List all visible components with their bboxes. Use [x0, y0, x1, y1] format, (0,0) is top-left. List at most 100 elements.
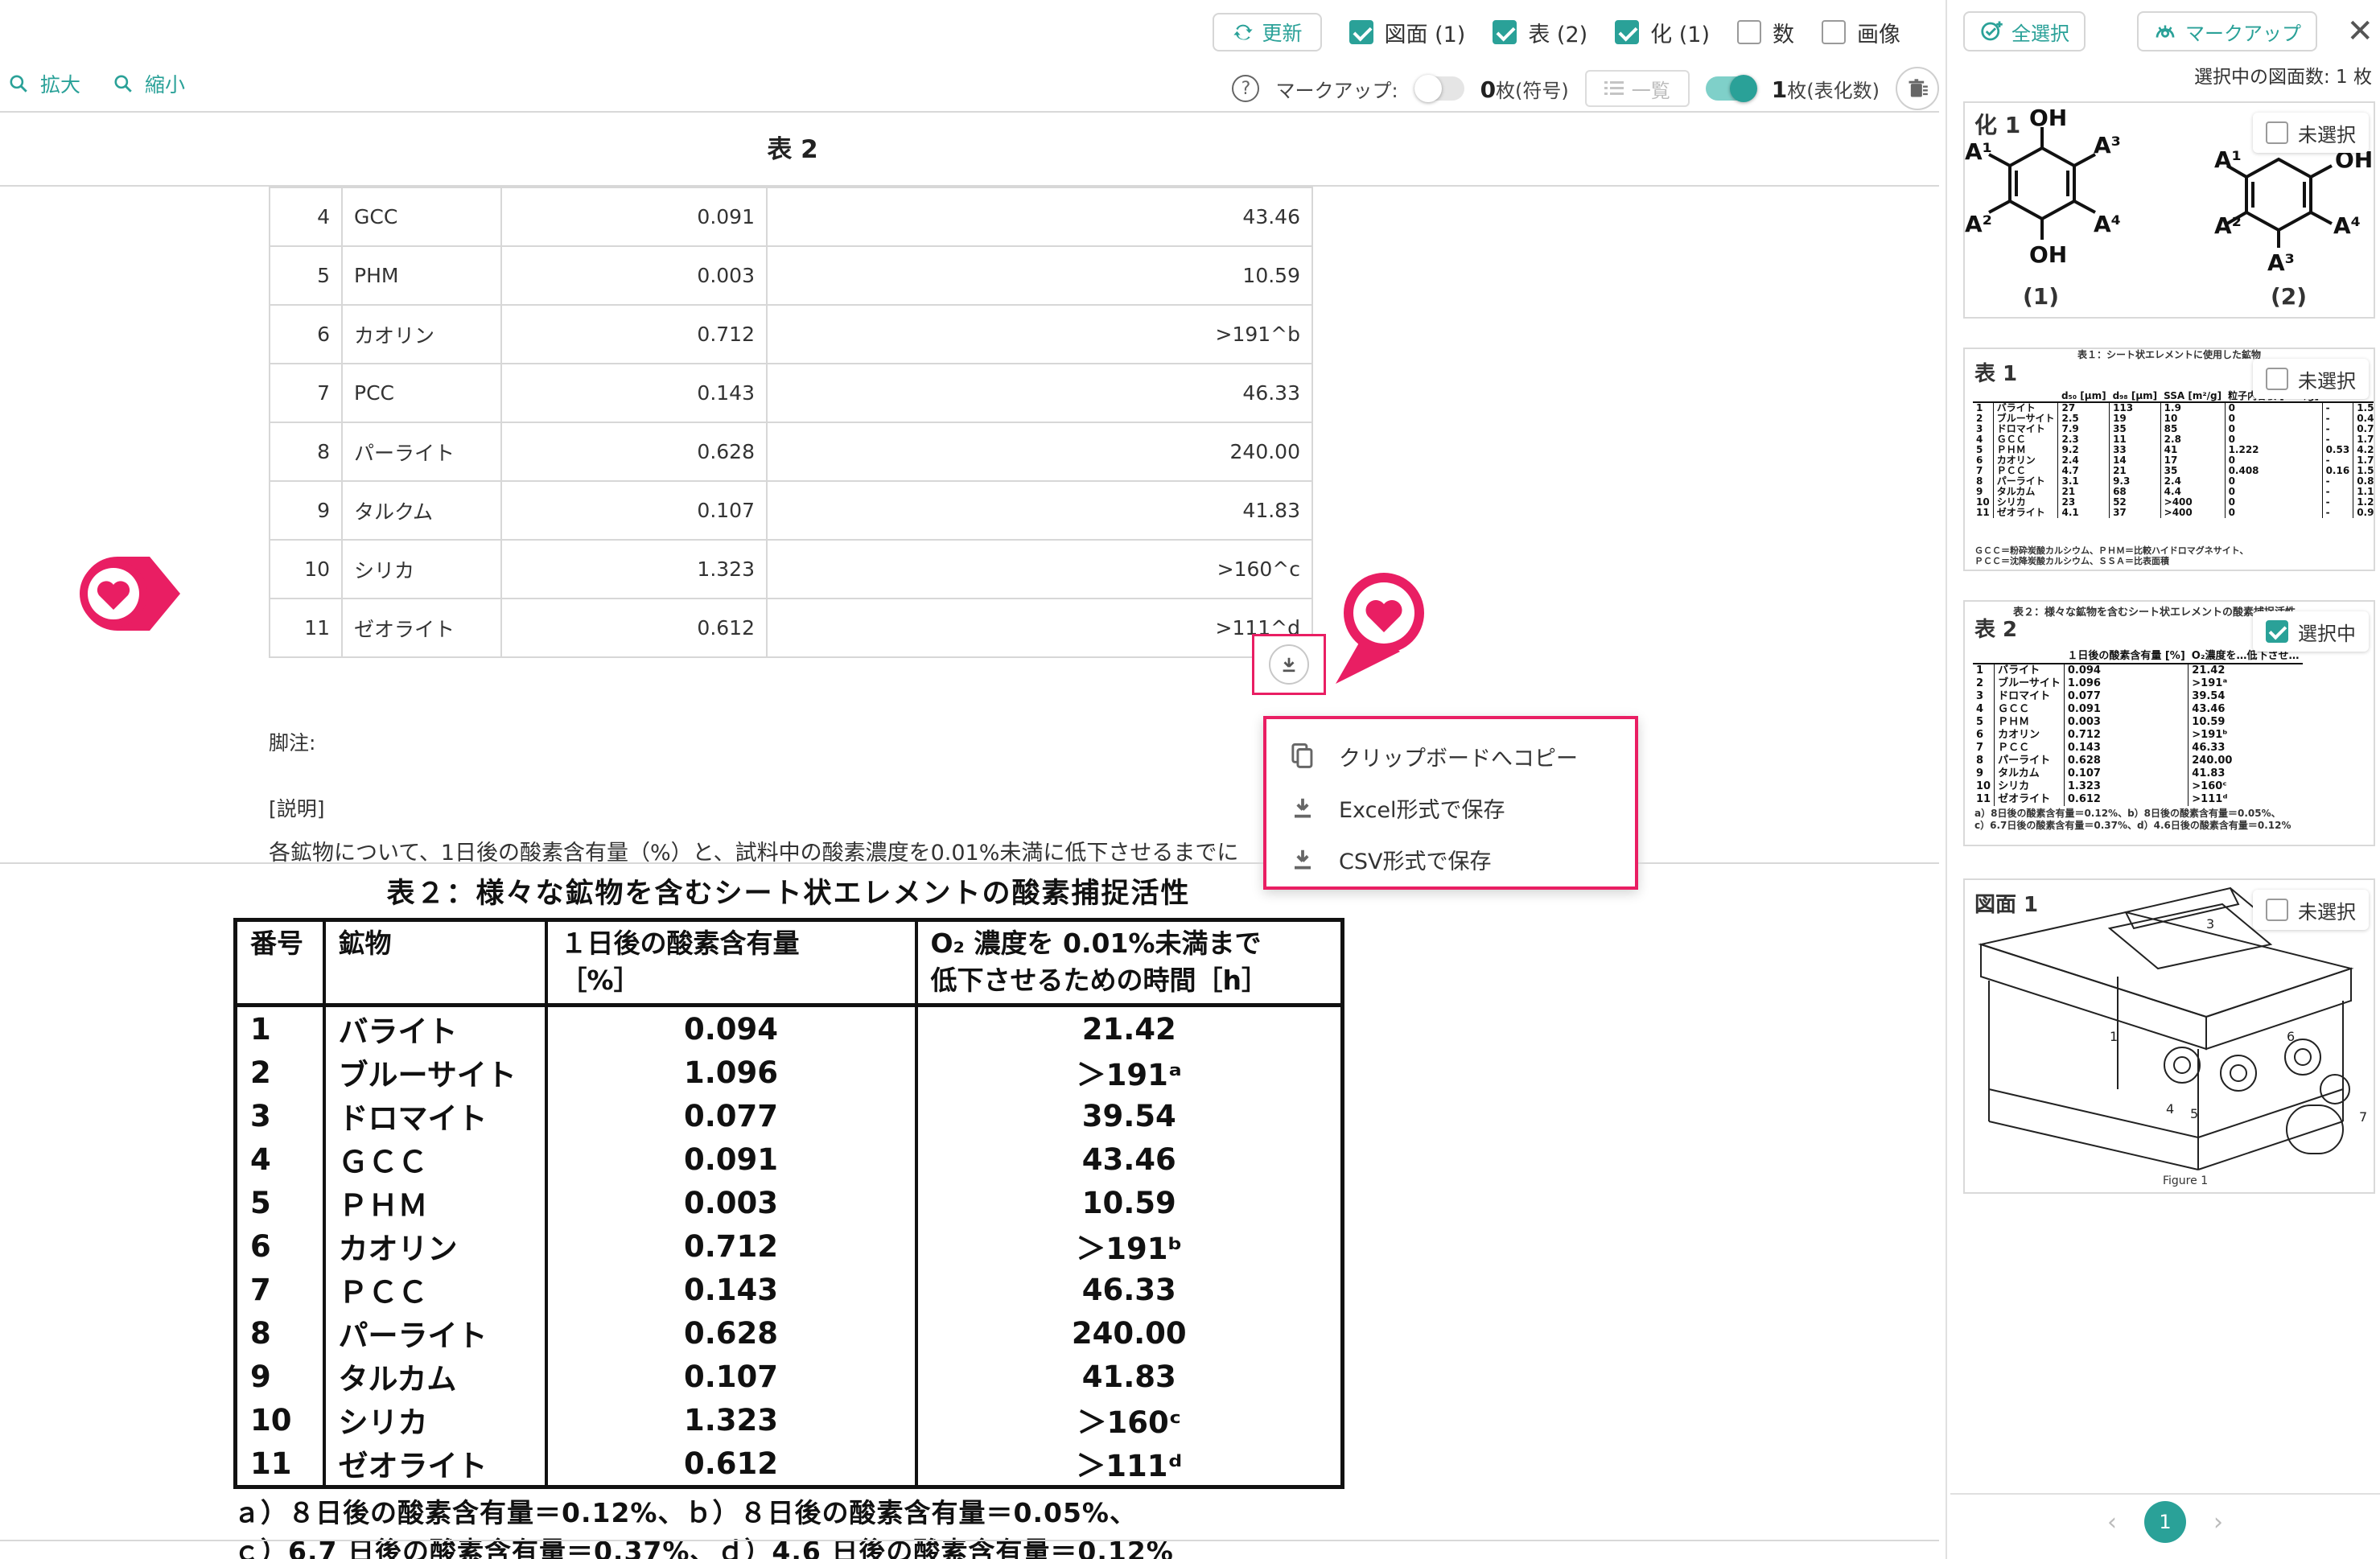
table-cell-no[interactable]: 4 — [269, 187, 343, 247]
table-cell-name[interactable]: シリカ — [341, 539, 502, 599]
table-cell-v1[interactable]: 0.143 — [500, 363, 768, 423]
checkbox-drawing[interactable] — [1349, 20, 1373, 44]
pagination: ‹ 1 › — [1950, 1493, 2380, 1549]
thumbnail-chemical-1[interactable]: 化 1 OH OH A¹ A³ A² A⁴ A¹ OH A² A⁴ A³ (1)… — [1963, 101, 2375, 319]
list-button[interactable]: 一覧 — [1584, 70, 1690, 107]
table-cell-v1[interactable]: 0.628 — [500, 422, 768, 482]
thumb-checkbox[interactable] — [2266, 899, 2288, 921]
thumbnail-table-1[interactable]: 表１：シート状エレメントに使用した鉱物 表 1 d₅₀ [μm] d₉₈ [μm]… — [1963, 348, 2375, 571]
scan-row: 1 バライト 0.094 21.42 — [233, 1005, 1344, 1051]
thumb-checkbox[interactable] — [2266, 121, 2288, 144]
thumb-select-badge[interactable]: 未選択 — [2253, 113, 2369, 153]
thumbnail-drawing-1[interactable]: 図面 1 3 4 5 1 7 6 Figure 1 未選択 — [1963, 878, 2375, 1194]
table-cell-no[interactable]: 9 — [269, 480, 343, 541]
thumb-cell: 0 — [2224, 476, 2323, 487]
thumbnail-sidebar: 全選択 マークアップ ✕ 選択中の図面数: 1 枚 化 1 OH OH A¹ A… — [1950, 0, 2380, 1559]
table-cell-v2[interactable]: 240.00 — [766, 422, 1313, 482]
scan-cell: 3 — [233, 1094, 326, 1137]
svg-text:A⁴: A⁴ — [2333, 212, 2361, 239]
filter-table[interactable]: 表 (2) — [1493, 17, 1587, 48]
markup-toggle[interactable] — [1414, 75, 1464, 102]
prev-page-icon[interactable]: ‹ — [2107, 1508, 2117, 1536]
menu-save-excel[interactable]: Excel形式で保存 — [1266, 782, 1635, 833]
thumbnail-table-2[interactable]: 表２：様々な鉱物を含むシート状エレメントの酸素捕捉活性 表 2 １日後の酸素含有… — [1963, 600, 2375, 846]
thumb-select-badge[interactable]: 未選択 — [2253, 890, 2369, 930]
close-icon[interactable]: ✕ — [2346, 13, 2374, 50]
delete-button[interactable] — [1896, 67, 1939, 110]
thumb-select-badge[interactable]: 未選択 — [2253, 359, 2369, 399]
checkbox-chemical[interactable] — [1615, 20, 1640, 44]
table-cell-v2[interactable]: 10.59 — [766, 245, 1313, 306]
document-viewer: 更新 図面 (1) 表 (2) 化 (1) 数 画像 拡大 縮小 ? マークアッ… — [0, 0, 1947, 1559]
markup-button[interactable]: マークアップ — [2137, 11, 2317, 51]
checkbox-math[interactable] — [1737, 20, 1761, 44]
thumb-cell: 4 — [1976, 703, 1984, 715]
table-cell-name[interactable]: PHM — [341, 245, 502, 306]
table-cell-name[interactable]: パーライト — [341, 422, 502, 482]
table-cell-no[interactable]: 5 — [269, 245, 343, 306]
table-cell-no[interactable]: 11 — [269, 598, 343, 658]
scan-cell: 41.83 — [914, 1355, 1344, 1398]
help-icon[interactable]: ? — [1232, 75, 1260, 102]
menu-copy-clipboard[interactable]: クリップボードへコピー — [1266, 730, 1635, 782]
table-cell-name[interactable]: GCC — [341, 187, 502, 247]
filter-table-label: 表 (2) — [1528, 22, 1588, 47]
filter-image[interactable]: 画像 — [1822, 17, 1900, 48]
table-cell-no[interactable]: 7 — [269, 363, 343, 423]
scan-cell: 1.096 — [544, 1051, 918, 1094]
checkbox-image[interactable] — [1822, 20, 1846, 44]
scanned-table-image: 表２：様々な鉱物を含むシート状エレメントの酸素捕捉活性 番号 鉱物 １日後の酸素… — [233, 870, 1360, 1559]
table-cell-name[interactable]: カオリン — [341, 304, 502, 364]
thumb-select-badge[interactable]: 選択中 — [2253, 611, 2369, 652]
download-button[interactable] — [1252, 634, 1326, 695]
filter-chemical[interactable]: 化 (1) — [1615, 17, 1710, 48]
thumb-cell: 0.628 — [2063, 755, 2189, 767]
select-all-button[interactable]: 全選択 — [1963, 11, 2086, 51]
heart-marker-download[interactable] — [1320, 563, 1440, 692]
thumb-checkbox[interactable] — [2266, 368, 2288, 390]
thumb-cell: 27 — [2057, 402, 2110, 413]
table-cell-v1[interactable]: 0.612 — [500, 598, 768, 658]
table-cell-no[interactable]: 10 — [269, 539, 343, 599]
checkbox-table[interactable] — [1493, 20, 1517, 44]
figure-caption: Figure 1 — [2163, 1174, 2209, 1187]
table-mode-toggle[interactable] — [1705, 75, 1757, 102]
table-cell-v1[interactable]: 1.323 — [500, 539, 768, 599]
download-circle — [1269, 644, 1309, 685]
table-cell-v2[interactable]: 41.83 — [766, 480, 1313, 541]
table-cell-name[interactable]: PCC — [341, 363, 502, 423]
thumb-cell: 1.323 — [2063, 780, 2189, 793]
table-cell-v2[interactable]: 46.33 — [766, 363, 1313, 423]
scan-cell: 0.091 — [544, 1137, 918, 1181]
filter-drawing[interactable]: 図面 (1) — [1349, 17, 1465, 48]
table-cell-name[interactable]: タルクム — [341, 480, 502, 541]
table-cell-v2[interactable]: >160^c — [766, 539, 1313, 599]
thumb-cell: 8 — [1976, 755, 1984, 767]
thumb-cell: 0.916 — [2353, 508, 2374, 518]
thumb-row: 2 ブルーサイト 1.096 >191ᵃ — [1973, 677, 2303, 690]
scan-cell: 1.323 — [544, 1398, 918, 1442]
next-page-icon[interactable]: › — [2213, 1508, 2223, 1536]
table-cell-no[interactable]: 6 — [269, 304, 343, 364]
table-cell-v2[interactable]: >111^d — [766, 598, 1313, 658]
table-cell-v1[interactable]: 0.107 — [500, 480, 768, 541]
table-cell-name[interactable]: ゼオライト — [341, 598, 502, 658]
zoom-in-button[interactable]: 拡大 — [8, 69, 80, 98]
page-number[interactable]: 1 — [2144, 1501, 2186, 1543]
refresh-button[interactable]: 更新 — [1212, 13, 1322, 51]
table-cell-v1[interactable]: 0.712 — [500, 304, 768, 364]
thumb-cell: 1.096 — [2063, 677, 2189, 690]
thumb-row: 3 ドロマイト 0.077 39.54 — [1973, 690, 2303, 703]
heart-marker[interactable] — [69, 547, 190, 644]
scan-cell: 0.003 — [544, 1181, 918, 1224]
table-cell-v2[interactable]: >191^b — [766, 304, 1313, 364]
table-cell-no[interactable]: 8 — [269, 422, 343, 482]
zoom-out-button[interactable]: 縮小 — [113, 69, 185, 98]
svg-text:OH: OH — [2029, 105, 2067, 131]
table-cell-v1[interactable]: 0.091 — [500, 187, 768, 247]
filter-math[interactable]: 数 — [1737, 17, 1794, 48]
scan-cell: 1 — [233, 1005, 326, 1051]
thumb-checkbox[interactable] — [2266, 620, 2288, 643]
table-cell-v2[interactable]: 43.46 — [766, 187, 1313, 247]
table-cell-v1[interactable]: 0.003 — [500, 245, 768, 306]
